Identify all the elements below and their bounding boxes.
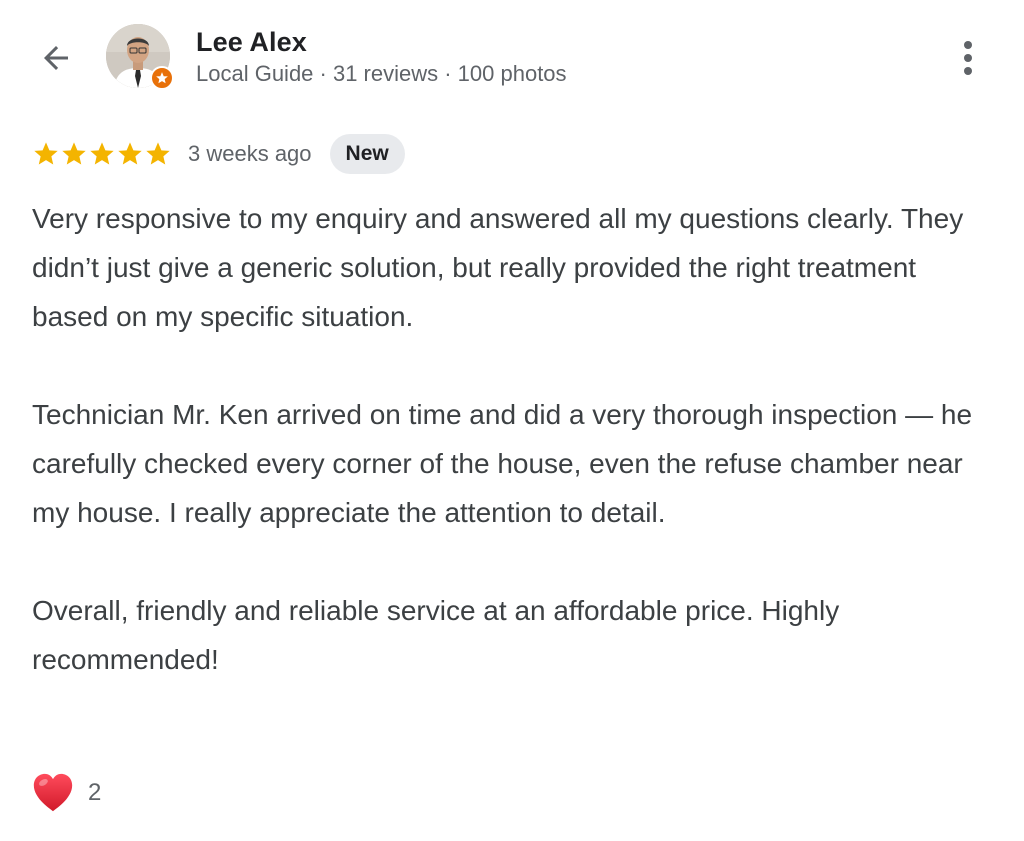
review-paragraph: Technician Mr. Ken arrived on time and d… (32, 399, 973, 528)
star-rating (32, 140, 172, 168)
star-icon (118, 142, 142, 165)
arrow-left-icon (44, 46, 68, 70)
reaction-count: 2 (88, 779, 102, 806)
reviewer-meta: Local Guide · 31 reviews · 100 photos (196, 61, 567, 86)
rating-row: 3 weeks ago New (32, 132, 405, 176)
reviewer-avatar[interactable] (106, 24, 174, 90)
review-header: Lee Alex Local Guide · 31 reviews · 100 … (0, 0, 1024, 110)
more-vert-icon (964, 41, 972, 75)
reviewer-name[interactable]: Lee Alex (196, 27, 307, 58)
heart-icon[interactable] (30, 770, 76, 816)
star-icon (62, 142, 86, 165)
review-paragraph: Very responsive to my enquiry and answer… (32, 203, 964, 332)
reactions: 2 (30, 770, 101, 816)
review-paragraph: Overall, friendly and reliable service a… (32, 595, 840, 675)
more-options-button[interactable] (944, 32, 992, 84)
new-badge: New (329, 134, 405, 174)
back-button[interactable] (32, 34, 80, 82)
review-text: Very responsive to my enquiry and answer… (32, 194, 997, 684)
star-icon (146, 142, 170, 165)
local-guide-badge-icon (150, 66, 174, 90)
star-icon (34, 142, 58, 165)
star-icon (90, 142, 114, 165)
review-time: 3 weeks ago (188, 141, 312, 166)
